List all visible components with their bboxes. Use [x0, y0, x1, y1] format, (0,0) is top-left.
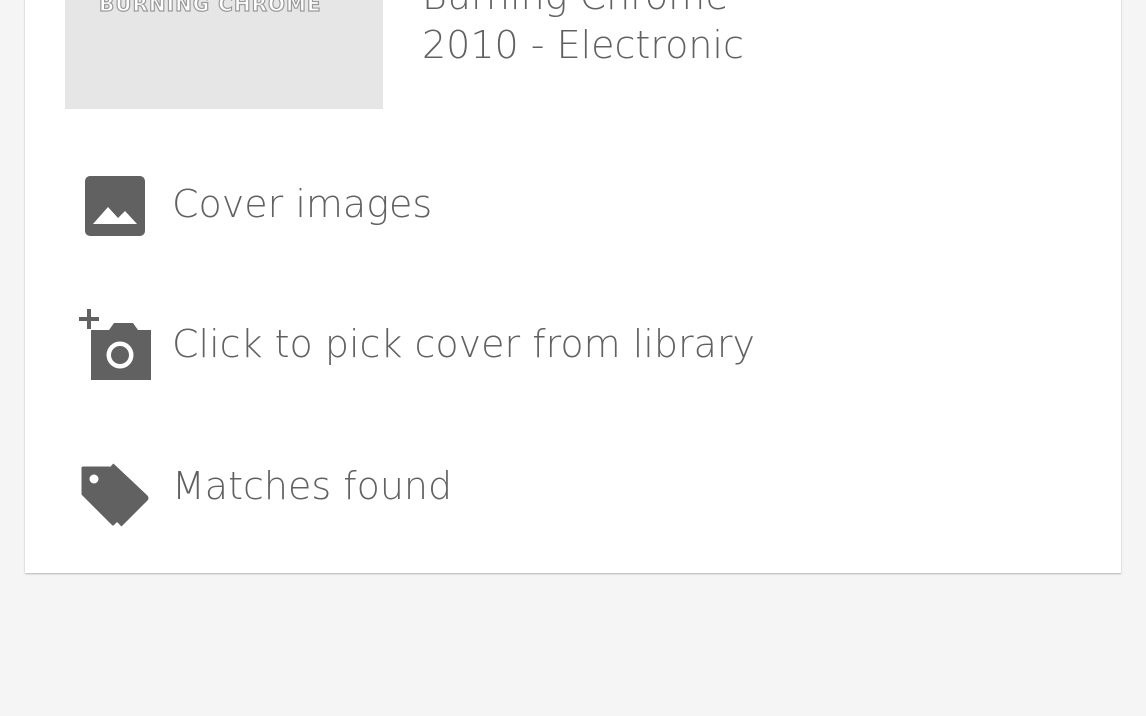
- tags-icon: [77, 462, 153, 538]
- cover-images-row[interactable]: Cover images: [25, 158, 1121, 254]
- pick-cover-label: Click to pick cover from library: [172, 322, 755, 366]
- album-cover-text: BURNING CHROME: [98, 0, 322, 17]
- matches-found-row[interactable]: Matches found: [25, 448, 1121, 544]
- image-icon: [77, 168, 153, 244]
- album-year-genre: 2010 - Electronic: [422, 23, 744, 67]
- cover-images-label: Cover images: [172, 182, 433, 226]
- album-details-card: BURNING CHROME Burning Chrome 2010 - Ele…: [25, 0, 1121, 573]
- pick-cover-row[interactable]: Click to pick cover from library: [25, 298, 1121, 394]
- add-photo-icon: [77, 306, 153, 382]
- album-title: Burning Chrome: [422, 0, 729, 18]
- matches-found-label: Matches found: [172, 464, 453, 508]
- album-cover-thumbnail[interactable]: BURNING CHROME: [65, 0, 383, 109]
